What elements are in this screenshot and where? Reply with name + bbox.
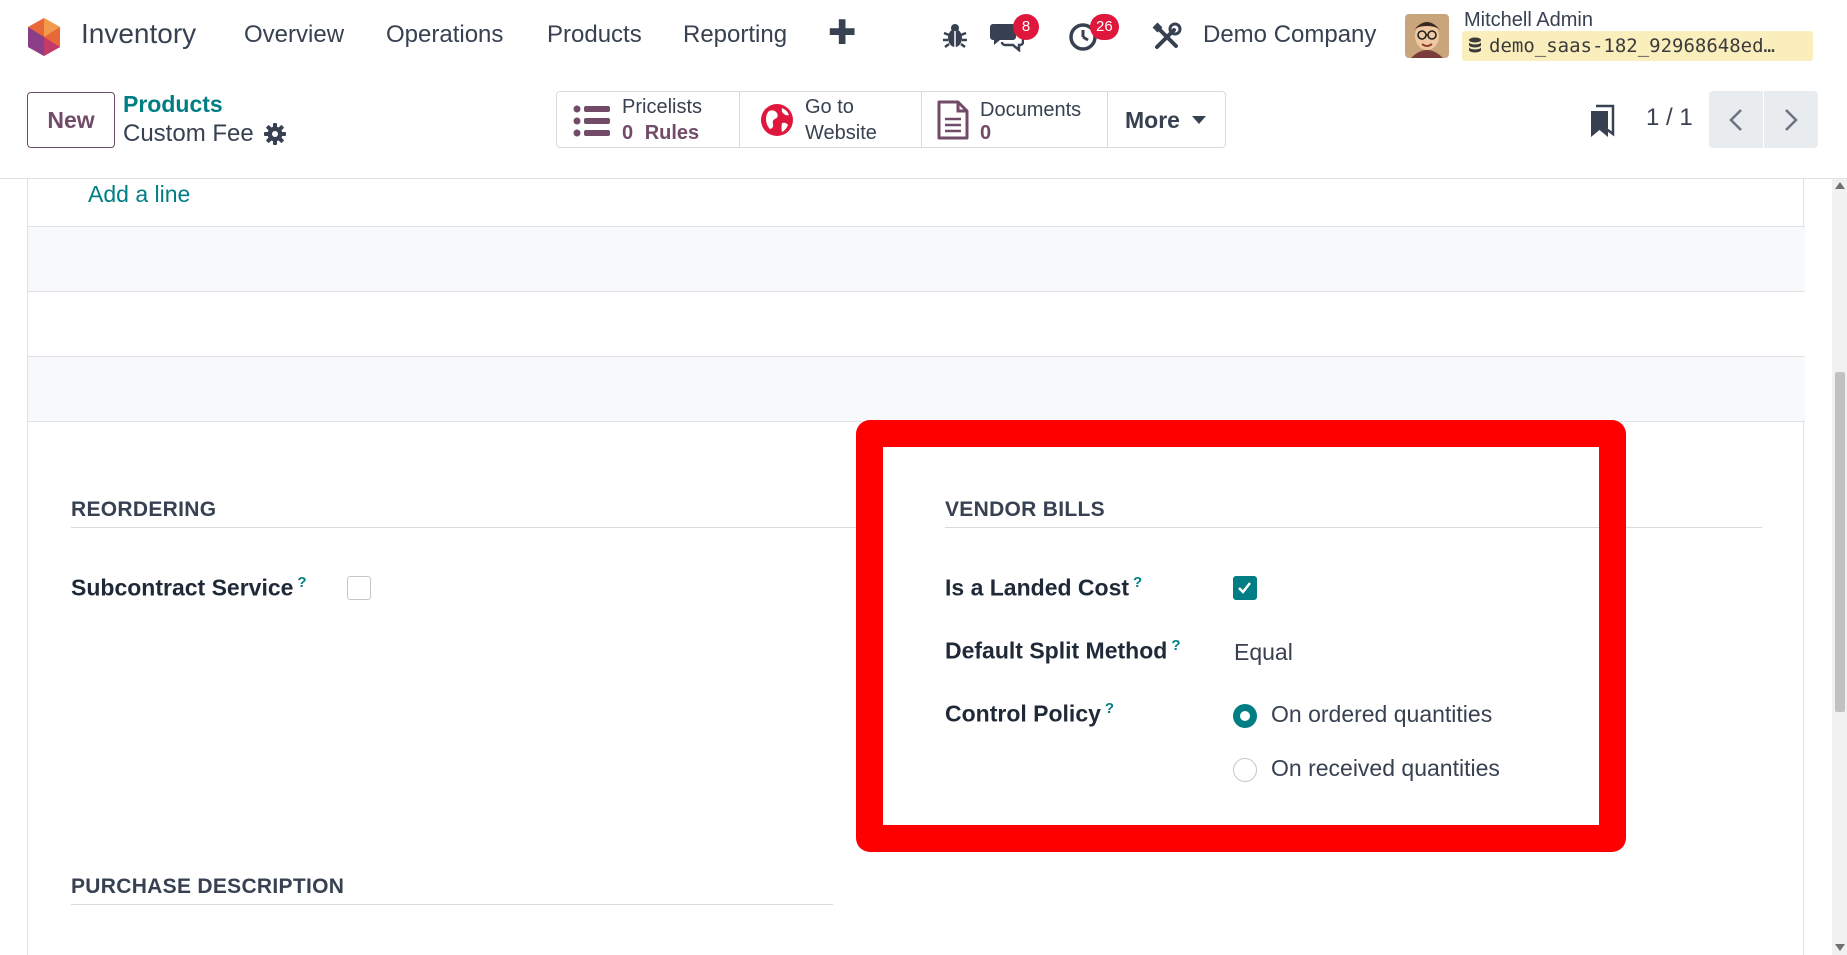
scroll-up-arrow-icon[interactable] xyxy=(1835,182,1845,189)
website-line2: Website xyxy=(805,122,877,144)
record-title: Custom Fee xyxy=(123,120,254,147)
top-navbar: Inventory Overview Operations Products R… xyxy=(0,0,1847,74)
menu-overview[interactable]: Overview xyxy=(244,21,344,49)
breadcrumb-products[interactable]: Products xyxy=(123,91,223,118)
user-avatar[interactable] xyxy=(1405,14,1449,58)
company-switcher[interactable]: Demo Company xyxy=(1203,21,1376,49)
control-policy-received-label[interactable]: On received quantities xyxy=(1271,755,1500,782)
documents-label: Documents xyxy=(980,99,1082,121)
pager-next-button[interactable] xyxy=(1764,91,1818,148)
database-icon xyxy=(1469,37,1481,53)
table-row xyxy=(28,226,1805,291)
pricelists-rules: 0 Rules xyxy=(622,122,699,145)
table-bottom-divider xyxy=(28,421,1805,422)
split-method-field[interactable]: Equal xyxy=(1234,639,1293,666)
table-row xyxy=(28,356,1805,421)
menu-reporting[interactable]: Reporting xyxy=(683,21,787,49)
documents-count: 0 xyxy=(980,122,992,144)
menu-add-plus-icon[interactable]: ✚ xyxy=(828,16,857,50)
landed-cost-text: Is a Landed Cost xyxy=(945,574,1130,601)
landed-cost-checkbox[interactable] xyxy=(1233,576,1257,600)
help-tooltip-icon[interactable]: ? xyxy=(1105,700,1114,717)
more-label: More xyxy=(1125,107,1180,133)
database-name: demo_saas-182_92968648ed… xyxy=(1489,35,1775,57)
subcontract-service-text: Subcontract Service xyxy=(71,574,294,601)
control-policy-ordered-radio[interactable] xyxy=(1233,704,1257,728)
document-icon xyxy=(937,100,969,140)
gear-icon[interactable] xyxy=(264,123,286,145)
bookmark-stack-icon[interactable] xyxy=(1589,104,1615,138)
reordering-divider xyxy=(71,527,861,528)
split-method-text: Default Split Method xyxy=(945,637,1168,664)
scroll-down-arrow-icon[interactable] xyxy=(1835,944,1845,951)
vendor-bills-section-title: VENDOR BILLS xyxy=(945,498,1105,521)
pricelists-count: 0 xyxy=(622,122,634,144)
messages-badge: 8 xyxy=(1013,14,1039,40)
list-icon xyxy=(573,105,610,137)
table-row xyxy=(28,291,1805,356)
website-line1: Go to xyxy=(805,96,854,118)
add-a-line-link[interactable]: Add a line xyxy=(88,181,190,208)
chevron-right-icon xyxy=(1785,108,1798,131)
control-policy-label: Control Policy? xyxy=(945,700,1114,728)
split-method-label: Default Split Method? xyxy=(945,637,1181,665)
control-panel: New Products Custom Fee Pricelists 0 Rul… xyxy=(0,74,1847,179)
form-sheet: Add a line REORDERING Subcontract Servic… xyxy=(27,179,1805,955)
control-policy-text: Control Policy xyxy=(945,700,1101,727)
new-button[interactable]: New xyxy=(27,92,115,148)
settings-tools-icon[interactable] xyxy=(1152,22,1182,52)
debug-bug-icon[interactable] xyxy=(941,22,969,50)
globe-icon xyxy=(761,104,793,136)
documents-smart-button[interactable]: Documents 0 xyxy=(921,91,1108,148)
pricelists-sublabel: Rules xyxy=(644,122,700,144)
chevron-left-icon xyxy=(1729,108,1742,131)
user-name[interactable]: Mitchell Admin xyxy=(1464,9,1593,32)
caret-down-icon xyxy=(1192,116,1206,124)
control-policy-received-radio[interactable] xyxy=(1233,758,1257,782)
more-dropdown-button[interactable]: More xyxy=(1107,91,1226,148)
help-tooltip-icon[interactable]: ? xyxy=(297,574,306,591)
landed-cost-label: Is a Landed Cost? xyxy=(945,574,1142,602)
pager-value[interactable]: 1 / 1 xyxy=(1646,104,1693,132)
subcontract-service-label: Subcontract Service? xyxy=(71,574,307,602)
purchase-description-divider xyxy=(71,904,833,905)
pricelists-label: Pricelists xyxy=(622,96,703,118)
app-logo-icon[interactable] xyxy=(26,17,62,57)
form-content: Add a line REORDERING Subcontract Servic… xyxy=(0,179,1847,955)
database-badge: demo_saas-182_92968648ed… xyxy=(1462,31,1813,61)
menu-operations[interactable]: Operations xyxy=(386,21,503,49)
purchase-description-section-title: PURCHASE DESCRIPTION xyxy=(71,875,345,898)
reordering-section-title: REORDERING xyxy=(71,498,217,521)
scrollbar-thumb[interactable] xyxy=(1835,372,1845,712)
app-name[interactable]: Inventory xyxy=(81,18,196,50)
pricelists-smart-button[interactable]: Pricelists 0 Rules xyxy=(556,91,740,148)
help-tooltip-icon[interactable]: ? xyxy=(1171,637,1180,654)
subcontract-service-checkbox[interactable] xyxy=(347,576,371,600)
control-policy-ordered-label[interactable]: On ordered quantities xyxy=(1271,701,1492,728)
vendor-bills-divider xyxy=(945,527,1762,528)
go-to-website-smart-button[interactable]: Go to Website xyxy=(739,91,922,148)
help-tooltip-icon[interactable]: ? xyxy=(1133,574,1142,591)
activities-badge: 26 xyxy=(1090,14,1119,40)
menu-products[interactable]: Products xyxy=(547,21,642,49)
pager-previous-button[interactable] xyxy=(1709,91,1763,148)
checkmark-icon xyxy=(1238,582,1251,594)
